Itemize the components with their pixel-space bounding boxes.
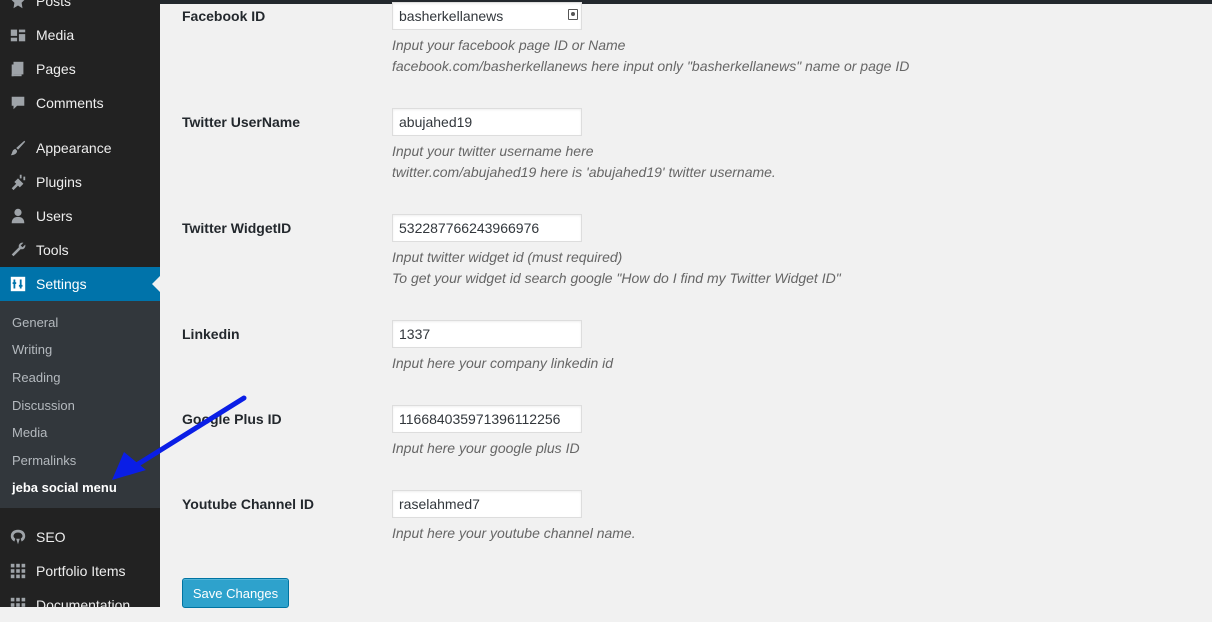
twitter-username-label: Twitter UserName: [182, 114, 301, 130]
paintbrush-icon: [8, 138, 28, 158]
sidebar-item-seo[interactable]: SEO: [0, 520, 160, 554]
sidebar-item-label: Pages: [36, 61, 76, 77]
sidebar-item-label: Plugins: [36, 174, 82, 190]
media-icon: [8, 25, 28, 45]
submenu-item-writing[interactable]: Writing: [12, 342, 52, 357]
sidebar-item-label: Tools: [36, 242, 69, 258]
sidebar-item-documentation[interactable]: Documentation: [0, 588, 160, 622]
youtube-channel-id-desc-1: Input here your youtube channel name.: [392, 525, 636, 541]
twitter-widgetid-desc-2: To get your widget id search google "How…: [392, 270, 841, 286]
sidebar-item-users[interactable]: Users: [0, 199, 160, 233]
facebook-id-label: Facebook ID: [182, 8, 266, 24]
sidebar-item-label: Settings: [36, 276, 87, 292]
settings-submenu: General Writing Reading Discussion Media…: [0, 301, 160, 508]
submenu-item-discussion[interactable]: Discussion: [12, 398, 75, 413]
annotation-arrow: [112, 395, 247, 480]
admin-top-bar: [160, 0, 1212, 4]
save-changes-button[interactable]: Save Changes: [182, 578, 289, 608]
grid-icon: [8, 595, 28, 615]
twitter-username-desc-1: Input your twitter username here: [392, 143, 594, 159]
sidebar-item-label: Appearance: [36, 140, 112, 156]
google-plus-id-input[interactable]: [392, 405, 582, 433]
sidebar-item-comments[interactable]: Comments: [0, 86, 160, 120]
seo-icon: [8, 527, 28, 547]
youtube-channel-id-input[interactable]: [392, 490, 582, 518]
sidebar-item-tools[interactable]: Tools: [0, 233, 160, 267]
facebook-id-desc-2: facebook.com/basherkellanews here input …: [392, 58, 910, 74]
sidebar-item-label: Documentation: [36, 597, 131, 613]
sidebar-item-label: Portfolio Items: [36, 563, 126, 579]
sidebar-item-label: Posts: [36, 0, 72, 9]
pages-icon: [8, 59, 28, 79]
active-indicator: [152, 276, 160, 292]
facebook-id-desc-1: Input your facebook page ID or Name: [392, 37, 626, 53]
twitter-username-desc-2: twitter.com/abujahed19 here is 'abujahed…: [392, 164, 776, 180]
sidebar-item-label: Comments: [36, 95, 104, 111]
plugin-icon: [8, 172, 28, 192]
users-icon: [8, 206, 28, 226]
sidebar-item-label: Media: [36, 27, 75, 43]
linkedin-label: Linkedin: [182, 326, 240, 342]
sidebar-item-posts[interactable]: Posts: [0, 0, 160, 18]
twitter-widgetid-label: Twitter WidgetID: [182, 220, 292, 236]
submenu-item-jeba-social-menu[interactable]: jeba social menu: [12, 480, 117, 495]
sidebar-item-portfolio-items[interactable]: Portfolio Items: [0, 554, 160, 588]
sidebar-item-settings[interactable]: Settings: [0, 267, 160, 301]
submenu-item-media[interactable]: Media: [12, 425, 47, 440]
sidebar-item-appearance[interactable]: Appearance: [0, 131, 160, 165]
sidebar-item-plugins[interactable]: Plugins: [0, 165, 160, 199]
submenu-item-permalinks[interactable]: Permalinks: [12, 453, 76, 468]
comments-icon: [8, 93, 28, 113]
submenu-item-reading[interactable]: Reading: [12, 370, 60, 385]
google-plus-id-label: Google Plus ID: [182, 411, 282, 427]
settings-icon: [8, 274, 28, 294]
linkedin-desc-1: Input here your company linkedin id: [392, 355, 614, 371]
sidebar-item-pages[interactable]: Pages: [0, 52, 160, 86]
sidebar-item-label: SEO: [36, 529, 66, 545]
sidebar-item-media[interactable]: Media: [0, 18, 160, 52]
youtube-channel-id-label: Youtube Channel ID: [182, 496, 314, 512]
google-plus-id-desc-1: Input here your google plus ID: [392, 440, 580, 456]
contact-card-icon[interactable]: [568, 9, 578, 20]
twitter-username-input[interactable]: [392, 108, 582, 136]
sidebar-item-label: Users: [36, 208, 73, 224]
grid-icon: [8, 561, 28, 581]
facebook-id-input[interactable]: [392, 2, 582, 30]
twitter-widgetid-input[interactable]: [392, 214, 582, 242]
submenu-item-general[interactable]: General: [12, 315, 58, 330]
pin-icon: [8, 0, 28, 11]
linkedin-input[interactable]: [392, 320, 582, 348]
twitter-widgetid-desc-1: Input twitter widget id (must required): [392, 249, 623, 265]
wrench-icon: [8, 240, 28, 260]
admin-sidebar: Posts Media Pages Comments Appearance Pl…: [0, 0, 160, 613]
